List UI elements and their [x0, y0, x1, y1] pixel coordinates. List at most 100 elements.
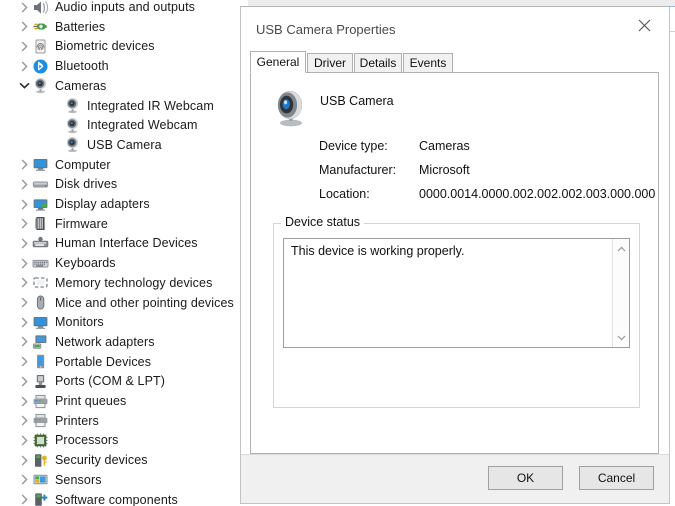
printer-icon	[32, 412, 49, 429]
hid-icon	[32, 235, 49, 252]
tree-item[interactable]: Biometric devices	[0, 36, 248, 56]
tree-item[interactable]: Ports (COM & LPT)	[0, 371, 248, 391]
tab-general[interactable]: General	[250, 51, 306, 73]
chevron-right-icon[interactable]	[16, 470, 32, 490]
chevron-down-icon[interactable]	[16, 76, 32, 96]
tab-details[interactable]: Details	[354, 53, 402, 73]
tree-item-label: Security devices	[55, 453, 148, 468]
tree-item-label: Sensors	[55, 472, 102, 487]
chevron-right-icon[interactable]	[16, 233, 32, 253]
device-status-text: This device is working properly.	[291, 244, 465, 258]
bluetooth-icon	[32, 58, 49, 75]
tree-item-label: USB Camera	[87, 137, 162, 152]
chevron-right-icon[interactable]	[16, 36, 32, 56]
dialog-titlebar[interactable]: USB Camera Properties	[241, 7, 669, 45]
close-icon[interactable]	[623, 11, 665, 39]
mouse-icon	[32, 294, 49, 311]
tree-item-label: Network adapters	[55, 334, 155, 349]
firmware-chip-icon	[32, 215, 49, 232]
memory-icon	[32, 274, 49, 291]
cancel-button[interactable]: Cancel	[579, 466, 654, 490]
tab-driver[interactable]: Driver	[307, 53, 353, 73]
processor-icon	[32, 432, 49, 449]
chevron-right-icon[interactable]	[16, 371, 32, 391]
tree-item[interactable]: Printers	[0, 411, 248, 431]
chevron-right-icon[interactable]	[16, 391, 32, 411]
printer-icon	[32, 393, 49, 410]
tree-item[interactable]: Monitors	[0, 312, 248, 332]
tree-item-label: Portable Devices	[55, 354, 152, 369]
ok-button[interactable]: OK	[488, 466, 563, 490]
tree-item[interactable]: Batteries	[0, 17, 248, 37]
tree-item[interactable]: Keyboards	[0, 253, 248, 273]
tree-item[interactable]: USB Camera	[0, 135, 248, 155]
sensor-icon	[32, 471, 49, 488]
manufacturer-value: Microsoft	[419, 163, 470, 177]
chevron-right-icon[interactable]	[16, 490, 32, 506]
tree-item[interactable]: Display adapters	[0, 194, 248, 214]
tree-item[interactable]: Security devices	[0, 450, 248, 470]
tree-item[interactable]: Processors	[0, 430, 248, 450]
chevron-down-icon[interactable]	[613, 329, 629, 346]
tree-item[interactable]: Integrated Webcam	[0, 115, 248, 135]
device-name: USB Camera	[320, 94, 394, 108]
chevron-right-icon[interactable]	[16, 312, 32, 332]
tab-events[interactable]: Events	[403, 53, 453, 73]
tree-item-label: Human Interface Devices	[55, 236, 198, 251]
chevron-right-icon[interactable]	[16, 194, 32, 214]
speaker-icon	[32, 0, 49, 16]
location-label: Location:	[319, 187, 370, 201]
device-status-textbox[interactable]: This device is working properly.	[283, 238, 630, 348]
tree-item[interactable]: Memory technology devices	[0, 273, 248, 293]
chevron-up-icon[interactable]	[613, 240, 629, 257]
tree-item[interactable]: Bluetooth	[0, 56, 248, 76]
chevron-right-icon[interactable]	[16, 293, 32, 313]
chevron-right-icon[interactable]	[16, 174, 32, 194]
tree-item[interactable]: Integrated IR Webcam	[0, 96, 248, 116]
tree-item-label: Bluetooth	[55, 59, 109, 74]
tree-item[interactable]: Sensors	[0, 470, 248, 490]
tree-item-label: Ports (COM & LPT)	[55, 374, 166, 389]
chevron-right-icon[interactable]	[16, 332, 32, 352]
tree-item[interactable]: Cameras	[0, 76, 248, 96]
tree-item[interactable]: Mice and other pointing devices	[0, 293, 248, 313]
device-tree[interactable]: Audio inputs and outputs Batteries Biome…	[0, 0, 248, 506]
tree-item[interactable]: Software components	[0, 490, 248, 506]
tree-item-label: Integrated IR Webcam	[87, 98, 214, 113]
tree-item[interactable]: Print queues	[0, 391, 248, 411]
tree-item-label: Firmware	[55, 216, 108, 231]
tree-item-label: Printers	[55, 413, 99, 428]
chevron-right-icon[interactable]	[16, 0, 32, 17]
tree-item-label: Print queues	[55, 394, 127, 408]
screen: Audio inputs and outputs Batteries Biome…	[0, 0, 675, 506]
tree-item[interactable]: Audio inputs and outputs	[0, 0, 248, 17]
chevron-right-icon[interactable]	[16, 450, 32, 470]
tree-item-label: Cameras	[55, 78, 107, 93]
chevron-right-icon[interactable]	[16, 411, 32, 431]
tree-item[interactable]: Disk drives	[0, 174, 248, 194]
chevron-right-icon[interactable]	[16, 214, 32, 234]
chevron-right-icon[interactable]	[16, 430, 32, 450]
device-status-scrollbar[interactable]	[612, 239, 629, 347]
tree-item[interactable]: Network adapters	[0, 332, 248, 352]
tree-item[interactable]: Firmware	[0, 214, 248, 234]
disk-drive-icon	[32, 176, 49, 193]
chevron-right-icon[interactable]	[16, 56, 32, 76]
chevron-right-icon[interactable]	[16, 352, 32, 372]
tree-item[interactable]: Human Interface Devices	[0, 233, 248, 253]
monitor-icon	[32, 156, 49, 173]
portable-device-icon	[32, 353, 49, 370]
tree-item-label: Keyboards	[55, 256, 116, 271]
chevron-right-icon[interactable]	[16, 155, 32, 175]
tree-item[interactable]: Computer	[0, 155, 248, 175]
chevron-right-icon[interactable]	[16, 273, 32, 293]
tree-item-label: Processors	[55, 433, 119, 448]
camera-icon	[64, 97, 81, 114]
software-component-icon	[32, 491, 49, 506]
device-type-label: Device type:	[319, 139, 388, 153]
tree-item[interactable]: Portable Devices	[0, 352, 248, 372]
tabstrip[interactable]: General Driver Details Events	[250, 51, 659, 73]
chevron-right-icon[interactable]	[16, 253, 32, 273]
chevron-right-icon[interactable]	[16, 17, 32, 37]
